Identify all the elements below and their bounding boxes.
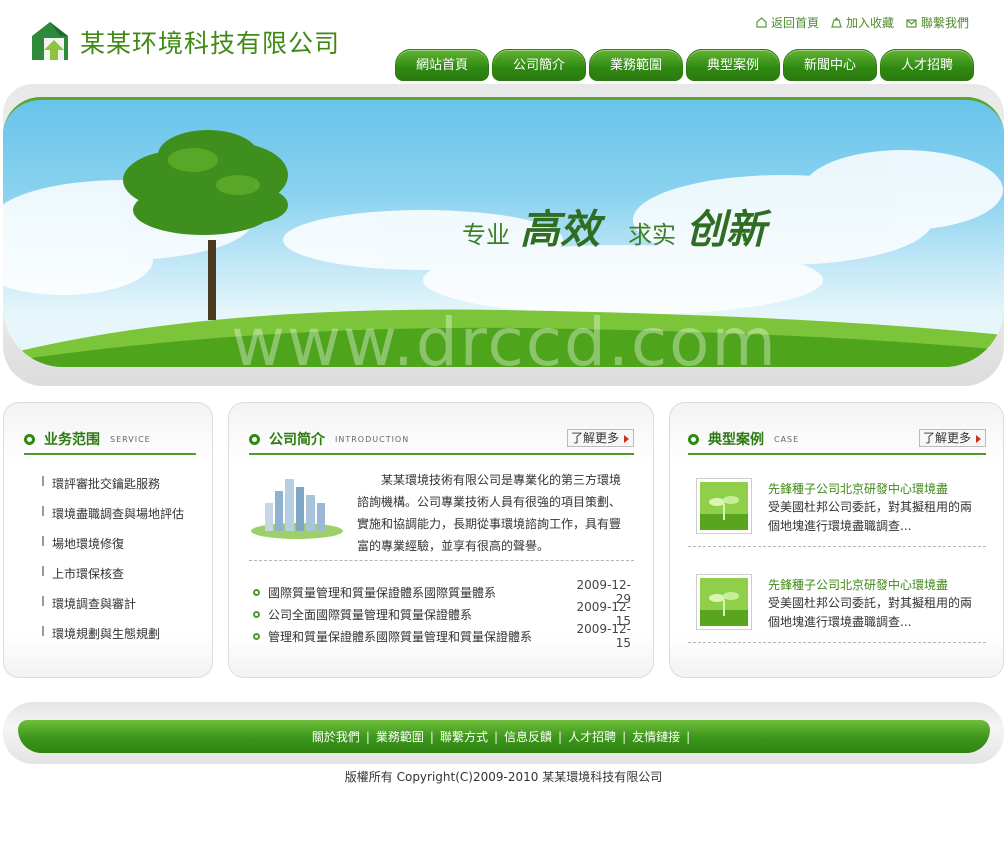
about-title: 公司简介: [269, 432, 325, 448]
footer-link-feedback[interactable]: 信息反饋: [504, 728, 552, 745]
slogan-word-1: 专业: [462, 221, 510, 249]
case-thumbnail[interactable]: [696, 574, 752, 630]
footer-separator: |: [622, 729, 627, 744]
home-icon: [756, 17, 767, 28]
case-item[interactable]: 先鋒種子公司北京研發中心環境盡 受美國杜邦公司委託，對其擬租用的兩個地塊進行環境…: [696, 478, 986, 538]
slogan-word-2: 高效: [520, 206, 600, 253]
home-link-label: 返回首頁: [770, 16, 819, 30]
footer-nav: 關於我們 | 業務範圍 | 聯繫方式 | 信息反饋 | 人才招聘 | 友情鏈接 |: [18, 720, 990, 753]
cases-panel: 典型案例 CASE 了解更多 先鋒種子公司北京研發中心環境盡 受美國杜邦公司委託…: [669, 402, 1004, 678]
favorite-link[interactable]: 加入收藏: [831, 14, 894, 31]
company-logo[interactable]: 某某环境科技有限公司: [30, 20, 340, 64]
hero-banner: 专业 高效 求实 创新 www.drccd.com: [3, 97, 1004, 367]
nav-home[interactable]: 網站首頁: [395, 49, 489, 81]
services-subtitle: SERVICE: [110, 434, 151, 444]
news-date: 2009-12-15: [576, 622, 631, 650]
slogan-word-4: 创新: [686, 206, 766, 253]
case-description: 受美國杜邦公司委託，對其擬租用的兩個地塊進行環境盡職調查...: [768, 596, 973, 629]
about-intro-text: 某某環境技術有限公司是專業化的第三方環境諮詢機構。公司專業技術人員有很強的項目策…: [357, 473, 622, 553]
cases-header: 典型案例 CASE 了解更多: [688, 425, 986, 455]
footer-separator: |: [558, 729, 563, 744]
about-more-button[interactable]: 了解更多: [566, 429, 634, 447]
footer-separator: |: [493, 729, 498, 744]
contact-link[interactable]: 聯繫我們: [906, 14, 969, 31]
service-item[interactable]: 環境盡職調查與場地評估: [42, 505, 184, 535]
service-item[interactable]: 上市環保核查: [42, 565, 184, 595]
copyright: 版權所有 Copyright(C)2009-2010 某某環境科技有限公司: [344, 770, 663, 784]
services-list: 環評審批交鑰匙服務 環境盡職調查與場地評估 場地環境修復 上市環保核查 環境調查…: [42, 475, 184, 655]
cases-more-button[interactable]: 了解更多: [918, 429, 986, 447]
cases-subtitle: CASE: [774, 434, 800, 444]
service-item[interactable]: 環境調查與審計: [42, 595, 184, 625]
service-item[interactable]: 場地環境修復: [42, 535, 184, 565]
favorite-link-label: 加入收藏: [845, 16, 894, 30]
seedling-image: [700, 482, 748, 530]
city-buildings-image: [251, 479, 343, 539]
home-link[interactable]: 返回首頁: [756, 14, 819, 31]
services-panel: 业务范围 SERVICE 環評審批交鑰匙服務 環境盡職調查與場地評估 場地環境修…: [3, 402, 213, 678]
service-item[interactable]: 環境規劃與生態規劃: [42, 625, 184, 655]
nav-jobs[interactable]: 人才招聘: [880, 49, 974, 81]
header-bullet-icon: [249, 433, 260, 445]
footer-link-friends[interactable]: 友情鏈接: [632, 728, 680, 745]
news-title: 公司全面國際質量管理和質量保證體系: [268, 607, 473, 622]
banner-watermark: www.drccd.com: [231, 304, 778, 367]
about-subtitle: INTRODUCTION: [335, 434, 410, 444]
news-bullet-icon: [253, 610, 260, 618]
news-list: 國際質量管理和質量保證體系國際質量體系 2009-12-29 公司全面國際質量管…: [253, 578, 631, 650]
footer-separator: |: [429, 729, 434, 744]
news-title: 管理和質量保證體系國際質量管理和質量保證體系: [268, 629, 533, 644]
header-bullet-icon: [24, 433, 35, 445]
about-panel: 公司简介 INTRODUCTION 了解更多 某某環境技術有限公司是專業化的第三…: [228, 402, 654, 678]
top-links: 返回首頁 加入收藏 聯繫我們: [756, 14, 969, 31]
case-divider: [688, 642, 986, 643]
case-divider: [688, 546, 986, 547]
company-name: 某某环境科技有限公司: [80, 29, 341, 58]
news-item[interactable]: 管理和質量保證體系國際質量管理和質量保證體系 2009-12-15: [253, 622, 631, 650]
case-description: 受美國杜邦公司委託，對其擬租用的兩個地塊進行環境盡職調查...: [768, 500, 973, 533]
cases-title: 典型案例: [708, 432, 764, 448]
footer-link-contact[interactable]: 聯繫方式: [440, 728, 488, 745]
about-header: 公司简介 INTRODUCTION 了解更多: [249, 425, 634, 455]
footer-separator: |: [365, 729, 370, 744]
contact-link-label: 聯繫我們: [920, 16, 969, 30]
contact-icon: [906, 19, 917, 28]
footer-link-about[interactable]: 關於我們: [312, 728, 360, 745]
news-bullet-icon: [253, 632, 260, 640]
main-nav: 網站首頁 公司簡介 業務範圍 典型案例 新聞中心 人才招聘: [395, 49, 974, 81]
nav-cases[interactable]: 典型案例: [686, 49, 780, 81]
nav-news[interactable]: 新聞中心: [783, 49, 877, 81]
services-title: 业务范围: [44, 432, 100, 448]
case-title[interactable]: 先鋒種子公司北京研發中心環境盡: [768, 576, 948, 593]
case-title[interactable]: 先鋒種子公司北京研發中心環境盡: [768, 480, 948, 497]
case-item[interactable]: 先鋒種子公司北京研發中心環境盡 受美國杜邦公司委託，對其擬租用的兩個地塊進行環境…: [696, 574, 986, 634]
footer-separator: |: [686, 729, 691, 744]
banner-slogan: 专业 高效 求实 创新: [462, 197, 766, 255]
news-bullet-icon: [253, 588, 260, 596]
footer-link-jobs[interactable]: 人才招聘: [568, 728, 616, 745]
header-bullet-icon: [688, 433, 699, 445]
house-arrow-logo-icon: [32, 22, 68, 60]
services-header: 业务范围 SERVICE: [24, 425, 196, 455]
nav-about[interactable]: 公司簡介: [492, 49, 586, 81]
about-divider: [249, 560, 634, 561]
footer-link-services[interactable]: 業務範圍: [376, 728, 424, 745]
news-title: 國際質量管理和質量保證體系國際質量體系: [268, 585, 497, 600]
nav-services[interactable]: 業務範圍: [589, 49, 683, 81]
seedling-image: [700, 578, 748, 626]
case-thumbnail[interactable]: [696, 478, 752, 534]
favorite-icon: [831, 17, 842, 28]
slogan-word-3: 求实: [628, 221, 676, 249]
service-item[interactable]: 環評審批交鑰匙服務: [42, 475, 184, 505]
